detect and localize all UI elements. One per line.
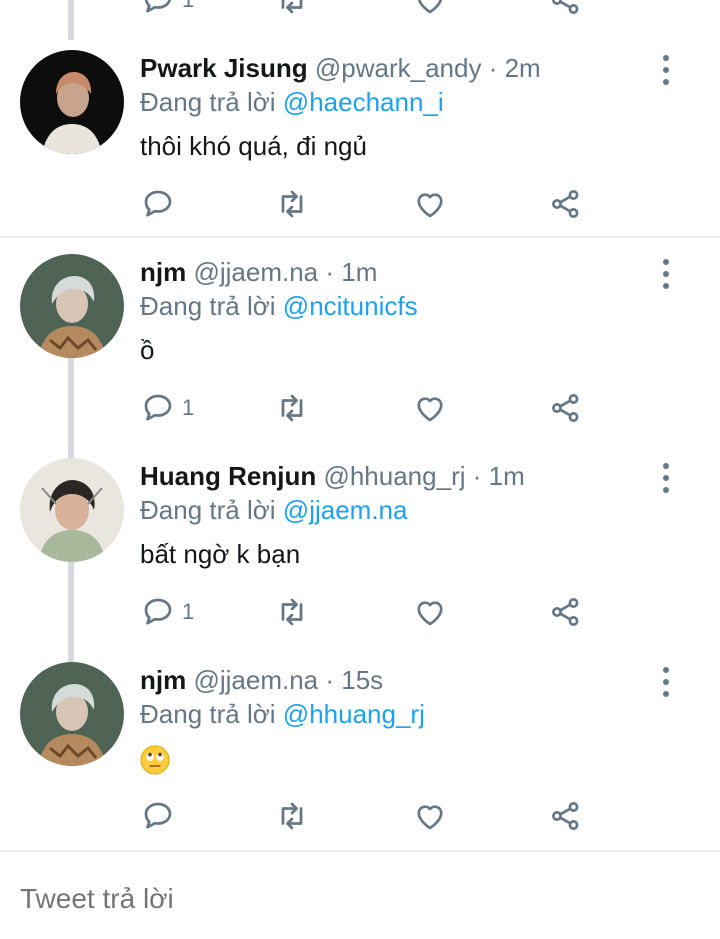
tweet-actions [140,796,700,836]
more-options-button[interactable] [659,55,673,85]
heart-icon [417,397,443,422]
retweet-icon [281,598,303,626]
tweet-header: Pwark Jisung @pwark_andy · 2m [140,52,541,84]
avatar-image [20,458,124,562]
reply-icon [144,0,172,13]
retweet-icon [281,0,303,14]
reply-button[interactable]: 1 [140,0,194,20]
reply-mention-link[interactable]: @jjaem.na [283,495,408,525]
user-handle[interactable]: @hhuang_rj [323,461,465,491]
user-handle[interactable]: @jjaem.na [193,257,318,287]
avatar[interactable] [20,50,124,154]
like-button[interactable] [412,184,448,224]
more-options-button[interactable] [659,667,673,697]
display-name[interactable]: Pwark Jisung [140,53,308,83]
thread-line [68,0,74,40]
eye-roll-emoji-icon [140,745,170,775]
tweet-text: bất ngờ k bạn [140,539,301,569]
reply-input[interactable] [18,882,702,916]
tweet-text: ồ [140,335,155,365]
avatar-image [20,662,124,766]
tweet-text [140,742,170,775]
retweet-button[interactable] [274,796,310,836]
user-handle[interactable]: @pwark_andy [315,53,482,83]
avatar[interactable] [20,254,124,358]
tweet-actions: 1 [140,388,700,428]
reply-button[interactable]: 1 [140,592,194,632]
reply-mention-link[interactable]: @hhuang_rj [283,699,425,729]
more-options-button[interactable] [659,259,673,289]
tweet-actions: 1 [140,592,700,632]
avatar-image [20,254,124,358]
display-name[interactable]: njm [140,665,186,695]
like-button[interactable] [412,0,448,20]
share-icon [552,0,579,14]
tweet-header: Huang Renjun @hhuang_rj · 1m [140,460,525,492]
reply-icon [144,190,172,217]
heart-icon [417,193,443,218]
thread-line [68,560,74,668]
reply-icon [144,394,172,421]
reply-context: Đang trả lời @jjaem.na [140,494,407,526]
tweet-text: thôi khó quá, đi ngủ [140,131,367,161]
avatar[interactable] [20,662,124,766]
more-options-button[interactable] [659,463,673,493]
timestamp: · 1m [325,257,378,287]
retweet-icon [281,802,303,830]
retweet-button[interactable] [274,184,310,224]
like-button[interactable] [412,592,448,632]
display-name[interactable]: Huang Renjun [140,461,316,491]
reply-button[interactable]: 1 [140,388,194,428]
reply-count: 1 [182,599,195,624]
timestamp: · 1m [472,461,525,491]
thread-line [68,356,74,464]
share-button[interactable] [548,592,584,632]
reply-context: Đang trả lời @haechann_i [140,86,444,118]
tweet-header: njm @jjaem.na · 15s [140,664,383,696]
share-icon [552,802,579,830]
reply-prefix: Đang trả lời [140,291,276,321]
share-icon [552,598,579,626]
like-button[interactable] [412,796,448,836]
tweet-actions-partial: 1 [140,0,700,20]
reply-composer [0,850,720,939]
retweet-button[interactable] [274,592,310,632]
retweet-button[interactable] [274,0,310,20]
heart-icon [417,0,443,14]
share-button[interactable] [548,0,584,20]
share-button[interactable] [548,184,584,224]
avatar[interactable] [20,458,124,562]
reply-button[interactable] [140,184,182,224]
heart-icon [417,805,443,830]
tweet-actions [140,184,700,224]
reply-context: Đang trả lời @ncitunicfs [140,290,418,322]
retweet-icon [281,394,303,422]
share-icon [552,190,579,218]
reply-icon [144,598,172,625]
share-icon [552,394,579,422]
reply-count: 1 [182,0,194,13]
timestamp: · 2m [488,53,541,83]
heart-icon [417,601,443,626]
share-button[interactable] [548,388,584,428]
reply-context: Đang trả lời @hhuang_rj [140,698,425,730]
timestamp: · 15s [325,665,384,695]
reply-prefix: Đang trả lời [140,699,276,729]
user-handle[interactable]: @jjaem.na [193,665,318,695]
reply-prefix: Đang trả lời [140,87,276,117]
reply-prefix: Đang trả lời [140,495,276,525]
like-button[interactable] [412,388,448,428]
reply-mention-link[interactable]: @haechann_i [283,87,444,117]
retweet-icon [281,190,303,218]
avatar-image [20,50,124,154]
reply-count: 1 [182,395,195,420]
reply-mention-link[interactable]: @ncitunicfs [283,291,418,321]
reply-button[interactable] [140,796,182,836]
tweet-header: njm @jjaem.na · 1m [140,256,377,288]
share-button[interactable] [548,796,584,836]
retweet-button[interactable] [274,388,310,428]
display-name[interactable]: njm [140,257,186,287]
reply-icon [144,802,172,829]
divider [0,236,720,238]
